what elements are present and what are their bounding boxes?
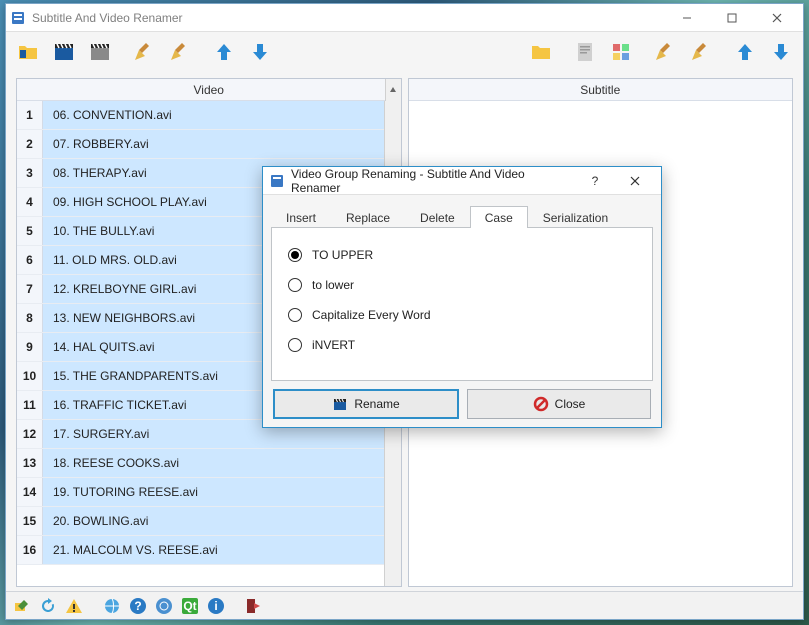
svg-text:Qt: Qt (183, 599, 196, 613)
table-row[interactable]: 106. CONVENTION.avi (17, 101, 401, 130)
row-number: 4 (17, 188, 43, 216)
broom-left-2-icon[interactable] (164, 36, 196, 68)
titlebar: Subtitle And Video Renamer (6, 4, 803, 32)
tab-replace[interactable]: Replace (331, 206, 405, 228)
dialog-title: Video Group Renaming - Subtitle And Vide… (291, 167, 575, 195)
warning-icon[interactable] (64, 596, 84, 616)
row-filename: 06. CONVENTION.avi (43, 101, 401, 129)
broom-right-2-icon[interactable] (685, 36, 717, 68)
radio-label: TO UPPER (312, 248, 373, 262)
dialog-titlebar: Video Group Renaming - Subtitle And Vide… (263, 167, 661, 195)
row-number: 8 (17, 304, 43, 332)
row-filename: 07. ROBBERY.avi (43, 130, 401, 158)
move-up-left-button[interactable] (208, 36, 240, 68)
row-filename: 18. REESE COOKS.avi (43, 449, 401, 477)
video-panel-header: Video (17, 79, 401, 101)
row-number: 11 (17, 391, 43, 419)
dialog-close-button[interactable] (615, 168, 655, 194)
close-dialog-button[interactable]: Close (467, 389, 651, 419)
row-number: 14 (17, 478, 43, 506)
table-row[interactable]: 1318. REESE COOKS.avi (17, 449, 401, 478)
radio-icon (288, 308, 302, 322)
close-button[interactable] (754, 5, 799, 31)
move-down-left-button[interactable] (244, 36, 276, 68)
radio-label: Capitalize Every Word (312, 308, 431, 322)
rename-icon[interactable] (12, 596, 32, 616)
open-subtitle-folder-button[interactable] (525, 36, 557, 68)
rename-button-label: Rename (354, 397, 399, 411)
radio-icon (288, 278, 302, 292)
app-icon (10, 10, 26, 26)
no-entry-icon (533, 396, 549, 412)
row-number: 15 (17, 507, 43, 535)
row-filename: 19. TUTORING REESE.avi (43, 478, 401, 506)
rename-button[interactable]: Rename (273, 389, 459, 419)
clapperboard-icon (332, 396, 348, 412)
row-number: 10 (17, 362, 43, 390)
clapperboard-blue-icon[interactable] (48, 36, 80, 68)
row-number: 12 (17, 420, 43, 448)
tab-case[interactable]: Case (470, 206, 528, 228)
broom-left-1-icon[interactable] (128, 36, 160, 68)
help-icon[interactable]: ? (128, 596, 148, 616)
exit-icon[interactable] (244, 596, 264, 616)
radio-capitalize[interactable]: Capitalize Every Word (288, 300, 636, 330)
table-row[interactable]: 1419. TUTORING REESE.avi (17, 478, 401, 507)
row-number: 7 (17, 275, 43, 303)
row-number: 3 (17, 159, 43, 187)
radio-label: to lower (312, 278, 354, 292)
row-number: 13 (17, 449, 43, 477)
row-filename: 20. BOWLING.avi (43, 507, 401, 535)
row-number: 5 (17, 217, 43, 245)
broom-right-1-icon[interactable] (649, 36, 681, 68)
radio-to-upper[interactable]: TO UPPER (288, 240, 636, 270)
qt-icon[interactable]: Qt (180, 596, 200, 616)
row-number: 9 (17, 333, 43, 361)
subtitle-panel-header: Subtitle (409, 79, 793, 101)
clapperboard-grey-icon[interactable] (84, 36, 116, 68)
tab-case-body: TO UPPER to lower Capitalize Every Word … (271, 227, 653, 381)
tab-serialization[interactable]: Serialization (528, 206, 623, 228)
row-number: 16 (17, 536, 43, 564)
un-icon[interactable] (154, 596, 174, 616)
subtitle-header-label: Subtitle (580, 83, 620, 97)
radio-label: iNVERT (312, 338, 355, 352)
maximize-button[interactable] (709, 5, 754, 31)
open-video-folder-button[interactable] (12, 36, 44, 68)
tab-insert[interactable]: Insert (271, 206, 331, 228)
radio-icon (288, 248, 302, 262)
rename-dialog: Video Group Renaming - Subtitle And Vide… (262, 166, 662, 428)
radio-invert[interactable]: iNVERT (288, 330, 636, 360)
table-row[interactable]: 1621. MALCOLM VS. REESE.avi (17, 536, 401, 565)
dialog-tabs: Insert Replace Delete Case Serialization (271, 205, 653, 227)
move-down-right-button[interactable] (765, 36, 797, 68)
info-icon[interactable]: i (206, 596, 226, 616)
statusbar: ? Qt i (6, 591, 803, 619)
toolbar-left (6, 32, 803, 72)
close-button-label: Close (555, 397, 586, 411)
row-filename: 21. MALCOLM VS. REESE.avi (43, 536, 401, 564)
globe-icon[interactable] (102, 596, 122, 616)
table-row[interactable]: 1520. BOWLING.avi (17, 507, 401, 536)
svg-text:i: i (214, 599, 217, 613)
radio-icon (288, 338, 302, 352)
colored-blocks-icon[interactable] (605, 36, 637, 68)
table-row[interactable]: 207. ROBBERY.avi (17, 130, 401, 159)
dialog-app-icon (269, 173, 285, 189)
doc-grey-icon[interactable] (569, 36, 601, 68)
row-number: 6 (17, 246, 43, 274)
radio-to-lower[interactable]: to lower (288, 270, 636, 300)
row-number: 1 (17, 101, 43, 129)
refresh-icon[interactable] (38, 596, 58, 616)
video-header-label: Video (194, 83, 224, 97)
move-up-right-button[interactable] (729, 36, 761, 68)
tab-delete[interactable]: Delete (405, 206, 470, 228)
minimize-button[interactable] (664, 5, 709, 31)
row-number: 2 (17, 130, 43, 158)
window-title: Subtitle And Video Renamer (32, 11, 664, 25)
scroll-up-icon[interactable] (385, 79, 401, 101)
svg-text:?: ? (134, 599, 141, 613)
dialog-help-button[interactable]: ? (575, 168, 615, 194)
